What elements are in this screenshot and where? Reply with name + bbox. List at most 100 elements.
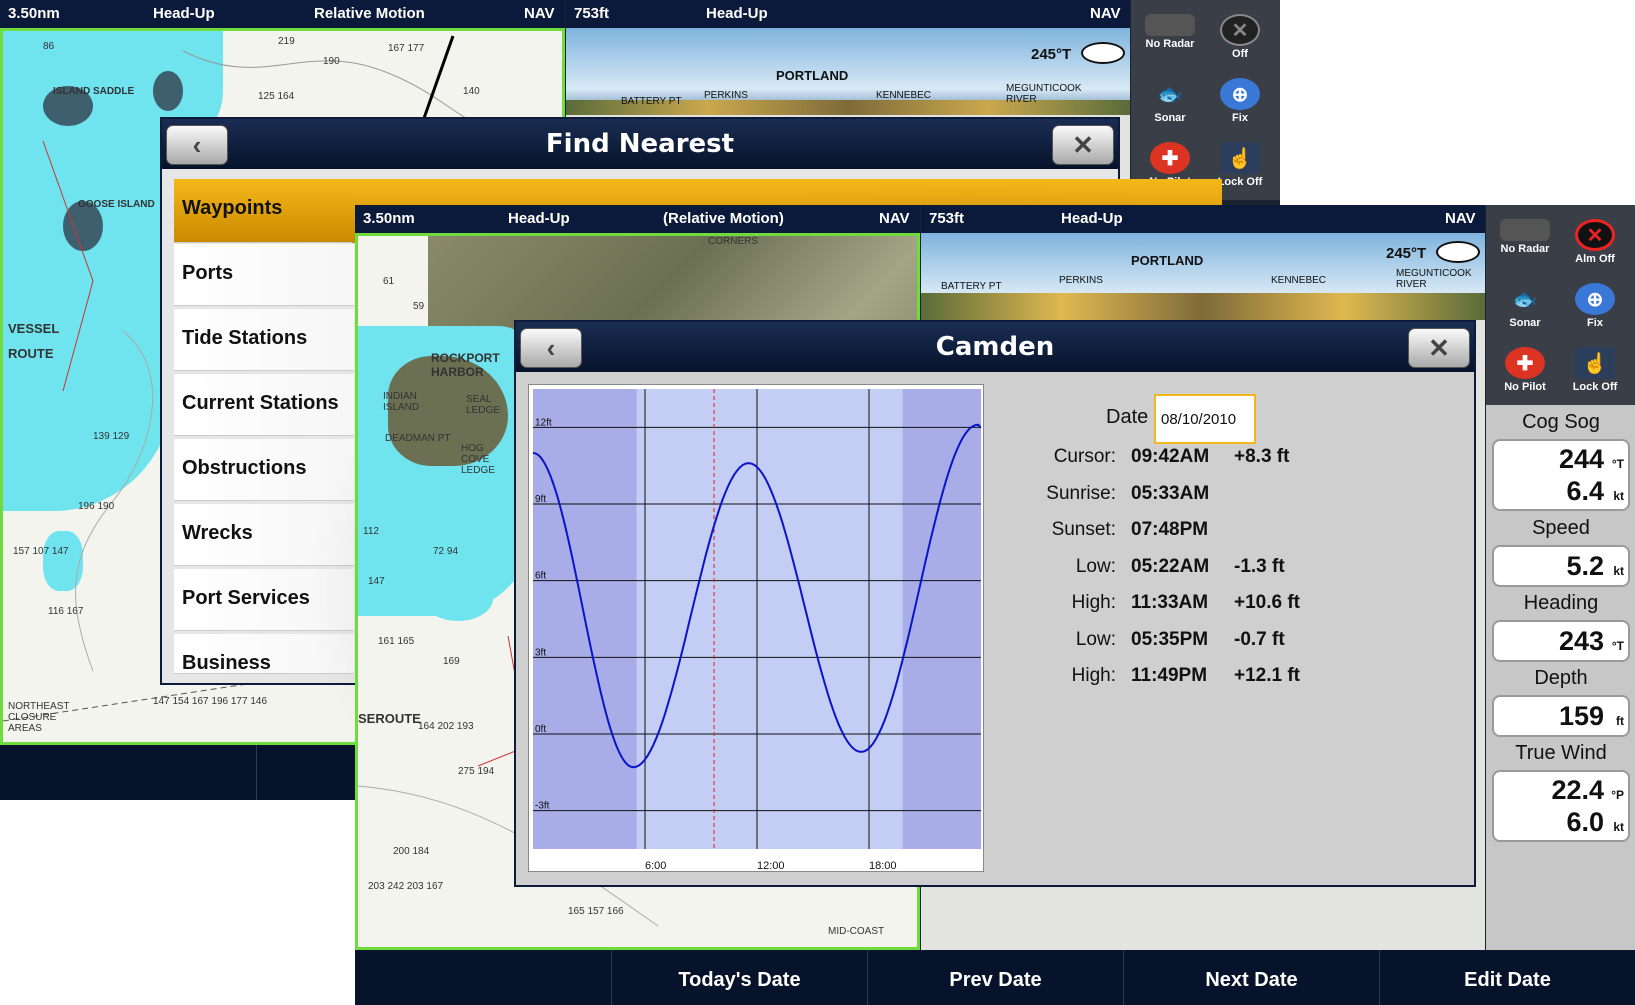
tide-row-time: 07:48PM bbox=[1131, 519, 1209, 540]
sonar-button[interactable]: 🐟 Sonar bbox=[1137, 70, 1203, 132]
range-label: 3.50nm bbox=[363, 210, 415, 227]
front-side-panel: No Radar ✕ Alm Off 🐟 Sonar ⊕ Fix ✚ No Pi… bbox=[1486, 205, 1635, 405]
cog-sog-title: Cog Sog bbox=[1522, 411, 1600, 433]
tide-row-label: Low: bbox=[1075, 628, 1116, 650]
orientation-label: Head-Up bbox=[1061, 210, 1123, 227]
close-icon: ✕ bbox=[1428, 333, 1450, 363]
alarm-off-button[interactable]: ✕ Off bbox=[1207, 6, 1273, 68]
lock-hand-icon: ☝ bbox=[1575, 347, 1615, 379]
tide-row-label: Low: bbox=[1075, 555, 1116, 577]
radar-icon bbox=[1145, 14, 1195, 36]
fix-button[interactable]: ⊕ Fix bbox=[1207, 70, 1273, 132]
night-region-after bbox=[902, 389, 981, 849]
alarm-off-button[interactable]: ✕ Alm Off bbox=[1562, 211, 1628, 273]
no-radar-button[interactable]: No Radar bbox=[1492, 211, 1558, 273]
no-radar-button[interactable]: No Radar bbox=[1137, 6, 1203, 68]
prev-date-button[interactable]: Prev Date bbox=[867, 950, 1123, 1005]
radar-icon bbox=[1500, 219, 1550, 241]
fish-icon: 🐟 bbox=[1157, 83, 1183, 106]
pilot-icon: ✚ bbox=[1505, 347, 1545, 379]
lock-off-button[interactable]: ☝ Lock Off bbox=[1562, 339, 1628, 401]
true-wind-title: True Wind bbox=[1515, 742, 1607, 764]
y-tick-label: 0ft bbox=[535, 724, 546, 735]
lock-hand-icon: ☝ bbox=[1220, 142, 1260, 174]
tide-row-value: +10.6 ft bbox=[1234, 592, 1301, 613]
front-3d-horizon-view[interactable]: PORTLAND BATTERY PT PERKINS KENNEBEC MEG… bbox=[921, 233, 1485, 320]
heading-box[interactable]: 243 °T bbox=[1492, 620, 1630, 662]
date-field[interactable]: 08/10/2010 bbox=[1154, 394, 1256, 444]
tide-row-label: High: bbox=[1071, 665, 1116, 686]
pilot-icon: ✚ bbox=[1150, 142, 1190, 174]
mode-label: NAV bbox=[1445, 210, 1476, 227]
back-arrow-icon: ‹ bbox=[192, 130, 202, 160]
softkey-empty bbox=[355, 950, 611, 1005]
y-tick-label: 12ft bbox=[535, 417, 552, 428]
close-icon: ✕ bbox=[1072, 130, 1094, 160]
true-wind-box[interactable]: 22.4 °P 6.0 kt bbox=[1492, 770, 1630, 842]
sonar-button[interactable]: 🐟 Sonar bbox=[1492, 275, 1558, 337]
orientation-label: Head-Up bbox=[706, 5, 768, 22]
y-tick-label: 6ft bbox=[535, 571, 546, 582]
city-label: PORTLAND bbox=[1131, 253, 1204, 268]
heading-readout: 245°T bbox=[1386, 245, 1427, 262]
mode-label: NAV bbox=[524, 5, 555, 22]
compass-icon bbox=[1436, 241, 1480, 263]
mode-label: NAV bbox=[879, 210, 910, 227]
x-tick-label: 18:00 bbox=[869, 860, 897, 872]
tide-row-time: 09:42AM bbox=[1131, 446, 1210, 467]
fix-button[interactable]: ⊕ Fix bbox=[1562, 275, 1628, 337]
y-tick-label: 3ft bbox=[535, 647, 546, 658]
range-label: 753ft bbox=[929, 210, 965, 227]
tide-row-value: -1.3 ft bbox=[1234, 555, 1285, 577]
tide-row-time: 11:49PM bbox=[1131, 665, 1208, 686]
tide-row-value: -0.7 ft bbox=[1234, 628, 1285, 650]
compass-icon bbox=[1081, 42, 1125, 64]
back-status-bar-left: 3.50nm Head-Up Relative Motion NAV bbox=[0, 0, 565, 28]
x-tick-label: 12:00 bbox=[757, 860, 785, 872]
orientation-label: Head-Up bbox=[153, 5, 215, 22]
rockport-harbor-label: ROCKPORT HARBOR bbox=[431, 351, 500, 379]
close-button[interactable]: ✕ bbox=[1052, 125, 1114, 165]
depth-title: Depth bbox=[1534, 667, 1588, 689]
motion-label: Relative Motion bbox=[314, 5, 425, 22]
tide-row-value: +8.3 ft bbox=[1234, 446, 1290, 467]
tide-dialog: Camden ‹ ✕ 6:00 12:00 18:00 12ft 9ft 6ft 3ft 0f… bbox=[514, 320, 1476, 887]
orientation-label: Head-Up bbox=[508, 210, 570, 227]
alarm-off-icon: ✕ bbox=[1575, 219, 1615, 251]
tide-graph[interactable]: 6:00 12:00 18:00 12ft 9ft 6ft 3ft 0ft -3ft bbox=[528, 384, 984, 872]
alarm-off-icon: ✕ bbox=[1220, 14, 1260, 46]
mode-label: NAV bbox=[1090, 5, 1121, 22]
tide-row-label: Sunset: bbox=[1051, 519, 1116, 540]
back-status-bar-right: 753ft Head-Up NAV bbox=[566, 0, 1130, 28]
cog-sog-box[interactable]: 244 °T 6.4 kt bbox=[1492, 439, 1630, 511]
edit-date-button[interactable]: Edit Date bbox=[1379, 950, 1635, 1005]
depth-box[interactable]: 159 ft bbox=[1492, 695, 1630, 737]
fish-icon: 🐟 bbox=[1512, 288, 1538, 311]
range-label: 3.50nm bbox=[8, 5, 60, 22]
front-status-bar-right: 753ft Head-Up NAV bbox=[921, 205, 1485, 233]
fix-crosshair-icon: ⊕ bbox=[1220, 78, 1260, 110]
tide-row-value: +12.1 ft bbox=[1234, 665, 1301, 686]
heading-readout: 245°T bbox=[1031, 46, 1072, 63]
heading-title: Heading bbox=[1523, 592, 1599, 614]
y-tick-label: 9ft bbox=[535, 494, 546, 505]
back-arrow-icon: ‹ bbox=[546, 333, 556, 363]
dialog-title: Camden bbox=[516, 322, 1474, 372]
no-pilot-button[interactable]: ✚ No Pilot bbox=[1492, 339, 1558, 401]
fix-crosshair-icon: ⊕ bbox=[1575, 283, 1615, 315]
back-side-panel: No Radar ✕ Off 🐟 Sonar ⊕ Fix ✚ No Pilot … bbox=[1131, 0, 1280, 200]
tide-row-time: 05:35PM bbox=[1131, 628, 1209, 650]
x-tick-label: 6:00 bbox=[645, 860, 666, 872]
tide-row-time: 11:33AM bbox=[1131, 592, 1209, 613]
close-button[interactable]: ✕ bbox=[1408, 328, 1470, 368]
next-date-button[interactable]: Next Date bbox=[1123, 950, 1379, 1005]
range-label: 753ft bbox=[574, 5, 610, 22]
speed-box[interactable]: 5.2 kt bbox=[1492, 545, 1630, 587]
back-button[interactable]: ‹ bbox=[166, 125, 228, 165]
tide-row-time: 05:22AM bbox=[1131, 555, 1210, 577]
todays-date-button[interactable]: Today's Date bbox=[611, 950, 867, 1005]
motion-label: (Relative Motion) bbox=[663, 210, 784, 227]
back-3d-horizon-view[interactable]: PORTLAND BATTERY PT PERKINS KENNEBEC MEG… bbox=[566, 28, 1130, 115]
back-button[interactable]: ‹ bbox=[520, 328, 582, 368]
y-tick-label: -3ft bbox=[535, 801, 550, 812]
